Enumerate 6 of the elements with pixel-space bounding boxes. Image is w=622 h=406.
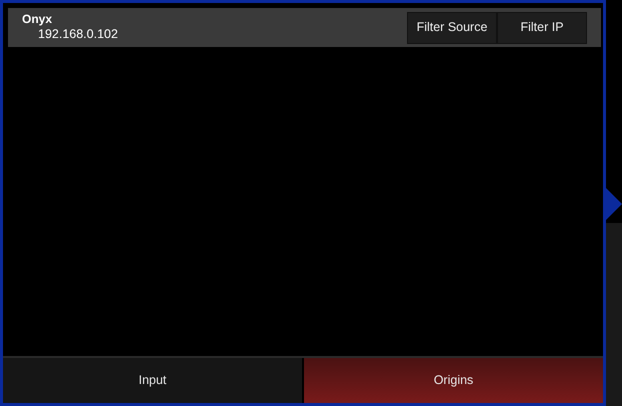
tab[interactable]: Origins	[304, 358, 603, 403]
device-name: Onyx	[22, 13, 54, 28]
ip-address: 192.168.0.102	[37, 27, 118, 42]
filter-button[interactable]: Filter IP	[497, 12, 587, 44]
filter-button[interactable]: Filter Source	[407, 12, 497, 44]
tab[interactable]: Input	[3, 358, 302, 403]
